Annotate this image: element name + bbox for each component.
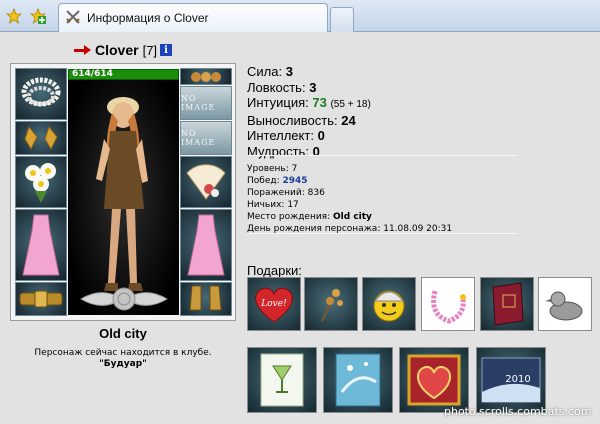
slot-empty-1[interactable]: NO IMAGE [180, 86, 232, 120]
new-year-2010-card-icon: 2010 [481, 357, 541, 403]
hp-bar: 614/614 [68, 69, 179, 80]
gift-smiley[interactable] [362, 277, 416, 331]
plus-icon[interactable] [28, 6, 48, 26]
red-book-icon [492, 282, 524, 326]
slot-dress[interactable] [15, 209, 67, 281]
smiley-icon [373, 290, 405, 322]
character-figure [96, 97, 148, 291]
emblem-icon [79, 287, 168, 311]
clan-emblem [68, 282, 179, 316]
divider-top [247, 155, 517, 156]
detail-losses: Поражений: 836 [247, 188, 325, 198]
character-header: Clover [7] i [74, 41, 173, 59]
gift-heart-frame[interactable] [399, 347, 469, 413]
stat-wisdom: Мудрость: 0 [247, 143, 320, 159]
rose-ornament-icon [191, 71, 221, 82]
gift-heart[interactable]: Love! [247, 277, 301, 331]
location-city: Old city [99, 326, 147, 341]
heart-text: Love! [260, 299, 287, 309]
slot-bouquet[interactable] [15, 156, 67, 208]
cocktail-card-icon [260, 353, 304, 407]
star-icon[interactable] [4, 6, 24, 26]
divider-bottom [247, 233, 517, 234]
slot-hair-ornament[interactable] [180, 68, 232, 85]
rubber-duck-icon [545, 291, 583, 321]
gift-new-year-card[interactable]: 2010 [476, 347, 546, 413]
flower-fan-icon [186, 164, 226, 200]
slot-necklace[interactable] [15, 68, 67, 120]
slot-belt[interactable] [15, 282, 67, 316]
gift-necklace[interactable] [421, 277, 475, 331]
slot-fan[interactable] [180, 156, 232, 208]
gift-cocktail-card[interactable] [247, 347, 317, 413]
slot-dress-right[interactable] [180, 209, 232, 281]
slot-earrings[interactable] [15, 121, 67, 155]
arrow-icon [74, 45, 92, 55]
daisy-bouquet-icon [25, 163, 56, 203]
browser-tab-bar: Информация о Clover [0, 0, 600, 32]
pearl-necklace-icon [21, 77, 61, 107]
character-details: Уровень: 7 Побед: 2945 Поражений: 836 Ни… [247, 163, 452, 235]
detail-level: Уровень: 7 [247, 164, 298, 174]
crossed-swords-icon [65, 9, 81, 28]
stat-agility: Ловкость: 3 [247, 79, 317, 95]
gold-boots-icon [189, 285, 222, 311]
gift-book[interactable] [480, 277, 534, 331]
character-stats: Сила: 3 Ловкость: 3 Интуиция: 73 (55 + 1… [247, 64, 371, 160]
slot-empty-2[interactable]: NO IMAGE [180, 121, 232, 155]
flowers-sprig-icon [321, 288, 343, 322]
new-tab-button[interactable] [330, 7, 354, 32]
gift-duck[interactable] [538, 277, 592, 331]
card-year: 2010 [505, 374, 530, 385]
gold-belt-icon [19, 290, 63, 308]
stat-intuition: Интуиция: 73 (55 + 18) [247, 95, 371, 111]
location-block: Old city Персонаж сейчас находится в клу… [10, 326, 236, 369]
hp-value: 614/614 [72, 69, 113, 79]
tab-character-info[interactable]: Информация о Clover [58, 3, 328, 32]
detail-wins: Побед: 2945 [247, 176, 308, 186]
pink-dress-icon [187, 214, 225, 276]
watermark: photo.scrolls.combats.com [444, 405, 592, 418]
blue-card-icon [335, 353, 381, 407]
gift-blue-card[interactable] [323, 347, 393, 413]
location-club: "Будуар" [99, 359, 147, 369]
detail-birthplace: Место рождения: Old city [247, 212, 372, 222]
location-status: Персонаж сейчас находится в клубе. [34, 348, 212, 358]
character-name: Clover [95, 42, 139, 58]
no-image-label: NO IMAGE [181, 94, 216, 112]
heart-love-icon: Love! [255, 287, 293, 323]
tab-title: Информация о Clover [87, 11, 209, 25]
detail-draws: Ничьих: 17 [247, 200, 299, 210]
equipment-panel: 614/614 NO IMAGE NO IMAGE [10, 63, 236, 321]
character-level: [7] [142, 42, 158, 58]
stat-intellect: Интеллект: 0 [247, 128, 325, 144]
slot-boots[interactable] [180, 282, 232, 316]
info-icon[interactable]: i [160, 44, 173, 56]
stat-strength: Сила: 3 [247, 64, 293, 79]
gifts-label: Подарки: [247, 263, 302, 278]
pink-dress-icon [22, 214, 60, 276]
pink-necklace-icon [431, 290, 466, 324]
character-avatar [68, 69, 179, 315]
gift-flowers[interactable] [304, 277, 358, 331]
no-image-label: NO IMAGE [181, 129, 216, 147]
gold-earrings-icon [24, 125, 58, 151]
heart-frame-icon [407, 354, 461, 406]
stat-endurance: Выносливость: 24 [247, 112, 356, 128]
